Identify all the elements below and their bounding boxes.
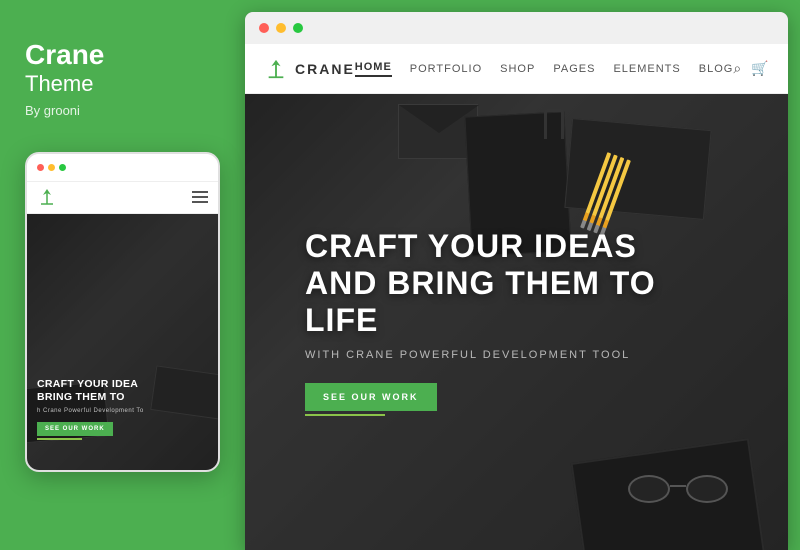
hero-main-title: CRAFT YOUR IDEAS AND BRING THEM TO LIFE [305,228,685,338]
nav-item-shop[interactable]: SHOP [500,63,535,75]
mobile-mockup: CRAFT YOUR IDEA BRING THEM TO h Crane Po… [25,152,220,472]
browser-dot-yellow [276,23,286,33]
book-2-decoration [564,118,711,220]
nav-icons: ⌕ 🛒 [733,60,768,77]
hero-cta-button[interactable]: SEE OUR WORK [305,383,437,411]
theme-title-block: Crane Theme By grooni [25,40,104,142]
mobile-cta-button[interactable]: SEE OUR WORK [37,422,113,436]
hero-subtitle: With Crane Powerful Development Tool [305,349,685,361]
glasses-decoration [628,475,728,510]
search-icon[interactable]: ⌕ [733,60,741,77]
mobile-hero: CRAFT YOUR IDEA BRING THEM TO h Crane Po… [27,214,218,470]
mobile-nav [27,182,218,214]
browser-dot-red [259,23,269,33]
theme-by: By grooni [25,103,104,118]
glasses-left-lens [628,475,670,503]
mobile-hero-sub: h Crane Powerful Development To [37,408,208,414]
hero-title-line1: CRAFT YOUR IDEAS [305,228,685,265]
mobile-hero-title: CRAFT YOUR IDEA BRING THEM TO [37,378,208,405]
mobile-dot-green [59,164,66,171]
hamburger-line [192,201,208,203]
mobile-window-dots [37,164,66,171]
website-content: CRANE HOME PORTFOLIO SHOP PAGES ELEMENTS… [245,44,788,550]
site-logo-text: CRANE [295,61,355,77]
binder-clip-decoration [544,109,574,159]
site-logo-icon [265,58,287,80]
hamburger-line [192,196,208,198]
nav-item-pages[interactable]: PAGES [553,63,595,75]
mobile-hero-content: CRAFT YOUR IDEA BRING THEM TO h Crane Po… [37,378,208,440]
hamburger-icon[interactable] [192,191,208,203]
browser-top-bar [245,12,788,44]
hero-title-line2: AND BRING THEM TO LIFE [305,265,685,339]
hero-cta-underline [305,414,385,416]
site-logo: CRANE [265,58,355,80]
site-nav: CRANE HOME PORTFOLIO SHOP PAGES ELEMENTS… [245,44,788,94]
nav-item-home[interactable]: HOME [355,61,392,77]
binder-clip [544,109,564,139]
mobile-top-bar [27,154,218,182]
hero-text: CRAFT YOUR IDEAS AND BRING THEM TO LIFE … [305,228,685,415]
left-panel: Crane Theme By grooni [0,0,245,550]
site-nav-menu: HOME PORTFOLIO SHOP PAGES ELEMENTS BLOG [355,61,734,77]
mobile-cta-underline [37,438,82,440]
mobile-logo-icon [37,187,57,207]
theme-subtitle: Theme [25,71,104,97]
theme-title: Crane [25,40,104,71]
browser-window: CRANE HOME PORTFOLIO SHOP PAGES ELEMENTS… [245,12,788,550]
hamburger-line [192,191,208,193]
mobile-dot-yellow [48,164,55,171]
nav-item-elements[interactable]: ELEMENTS [613,63,680,75]
nav-item-portfolio[interactable]: PORTFOLIO [410,63,482,75]
glasses-right-lens [686,475,728,503]
nav-item-blog[interactable]: BLOG [699,63,734,75]
site-hero: CRAFT YOUR IDEAS AND BRING THEM TO LIFE … [245,94,788,550]
cart-icon[interactable]: 🛒 [751,60,768,77]
browser-dot-green [293,23,303,33]
glasses-bridge [670,485,686,487]
mobile-dot-red [37,164,44,171]
